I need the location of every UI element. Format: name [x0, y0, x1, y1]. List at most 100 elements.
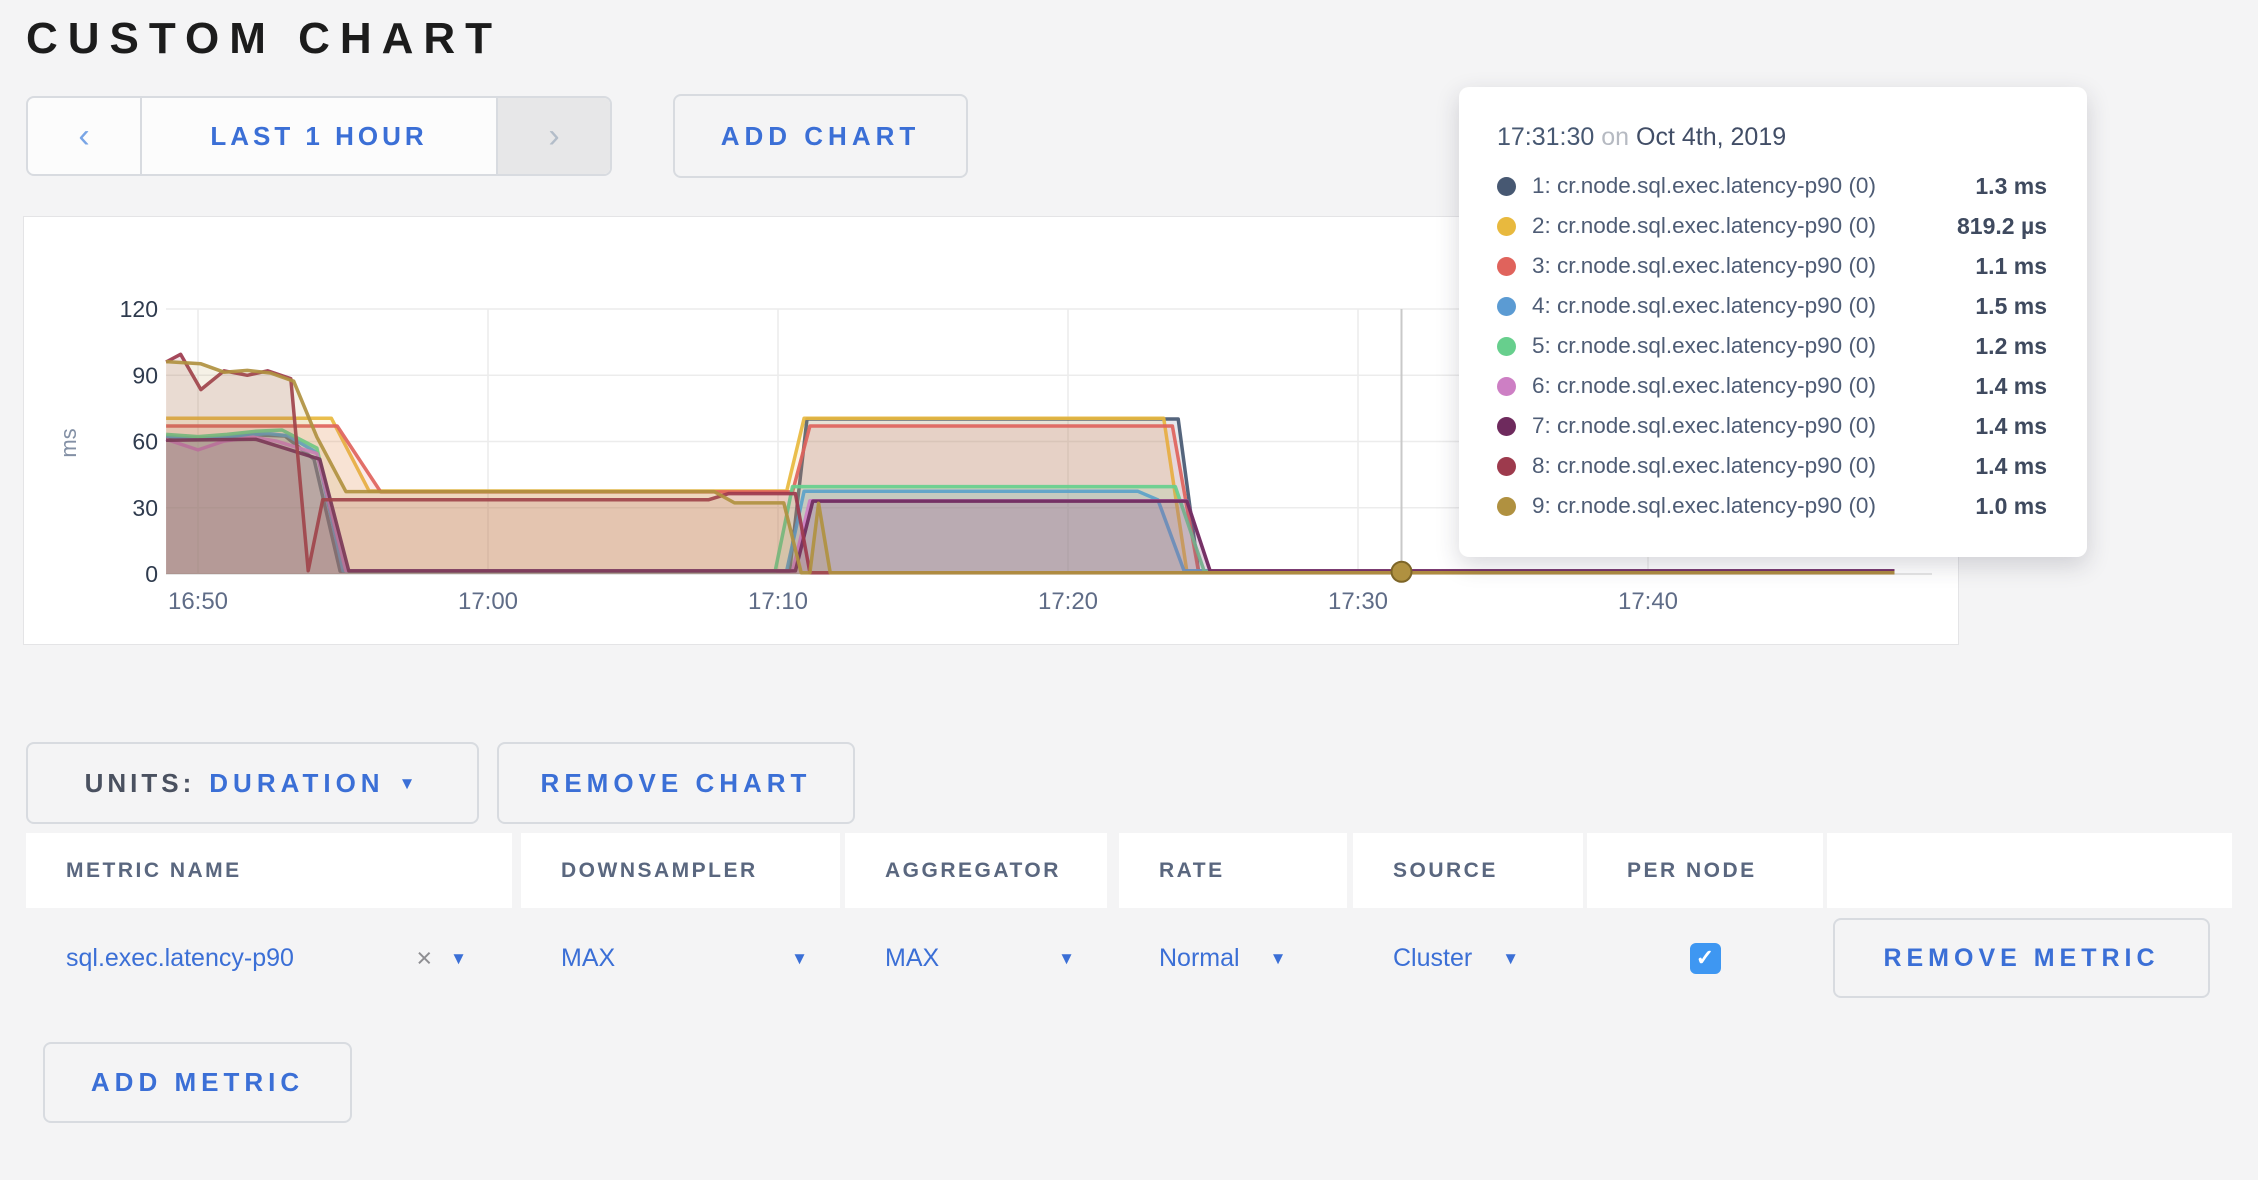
chevron-down-icon: ▼	[1058, 950, 1075, 967]
rate-value: Normal	[1159, 944, 1240, 973]
time-range-next-button[interactable]: ›	[498, 98, 610, 174]
series-label: 5: cr.node.sql.exec.latency-p90 (0)	[1532, 333, 1975, 359]
time-range-prev-button[interactable]: ‹	[28, 98, 140, 174]
header-downsampler: DOWNSAMPLER	[521, 833, 840, 908]
chevron-down-icon: ▼	[791, 950, 808, 967]
header-rate: RATE	[1119, 833, 1347, 908]
chevron-left-icon: ‹	[78, 119, 89, 153]
series-value: 1.4 ms	[1975, 453, 2047, 480]
rate-dropdown[interactable]: Normal ▼	[1119, 908, 1347, 1008]
aggregator-value: MAX	[885, 944, 939, 973]
chart-hover-tooltip: 17:31:30 on Oct 4th, 2019 1: cr.node.sql…	[1459, 87, 2087, 557]
tooltip-date: Oct 4th, 2019	[1636, 123, 1786, 151]
downsampler-value: MAX	[561, 944, 615, 973]
tooltip-series-row: 2: cr.node.sql.exec.latency-p90 (0)819.2…	[1497, 206, 2047, 246]
source-dropdown[interactable]: Cluster ▼	[1353, 908, 1583, 1008]
header-metric-name: METRIC NAME	[26, 833, 512, 908]
x-tick-label: 17:20	[1038, 588, 1098, 615]
source-value: Cluster	[1393, 944, 1472, 973]
metric-name-value[interactable]: sql.exec.latency-p90	[66, 944, 294, 973]
x-tick-label: 17:00	[458, 588, 518, 615]
series-color-dot-icon	[1497, 337, 1516, 356]
series-label: 3: cr.node.sql.exec.latency-p90 (0)	[1532, 253, 1975, 279]
series-value: 1.0 ms	[1975, 493, 2047, 520]
series-label: 4: cr.node.sql.exec.latency-p90 (0)	[1532, 293, 1975, 319]
series-color-dot-icon	[1497, 457, 1516, 476]
series-value: 1.5 ms	[1975, 293, 2047, 320]
series-color-dot-icon	[1497, 177, 1516, 196]
y-tick-label: 120	[120, 296, 158, 322]
x-tick-label: 16:50	[168, 588, 228, 615]
series-label: 8: cr.node.sql.exec.latency-p90 (0)	[1532, 453, 1975, 479]
x-tick-label: 17:30	[1328, 588, 1388, 615]
tooltip-series-row: 1: cr.node.sql.exec.latency-p90 (0)1.3 m…	[1497, 166, 2047, 206]
series-value: 1.2 ms	[1975, 333, 2047, 360]
units-dropdown[interactable]: UNITS: DURATION ▼	[26, 742, 479, 824]
aggregator-dropdown[interactable]: MAX ▼	[845, 908, 1107, 1008]
y-axis-label: ms	[56, 428, 81, 457]
series-value: 1.3 ms	[1975, 173, 2047, 200]
tooltip-time: 17:31:30	[1497, 123, 1594, 151]
tooltip-series-row: 7: cr.node.sql.exec.latency-p90 (0)1.4 m…	[1497, 406, 2047, 446]
check-icon: ✓	[1696, 945, 1714, 971]
series-label: 2: cr.node.sql.exec.latency-p90 (0)	[1532, 213, 1957, 239]
tooltip-on-word: on	[1601, 123, 1629, 151]
series-value: 1.4 ms	[1975, 413, 2047, 440]
per-node-cell: ✓	[1587, 908, 1823, 1008]
series-color-dot-icon	[1497, 297, 1516, 316]
series-color-dot-icon	[1497, 497, 1516, 516]
series-value: 1.4 ms	[1975, 373, 2047, 400]
metric-caret-icon[interactable]: ▼	[450, 950, 467, 967]
chevron-down-icon: ▼	[1270, 950, 1287, 967]
series-label: 9: cr.node.sql.exec.latency-p90 (0)	[1532, 493, 1975, 519]
chevron-down-icon: ▼	[1502, 950, 1519, 967]
metrics-table-header: METRIC NAME DOWNSAMPLER AGGREGATOR RATE …	[26, 833, 2232, 908]
series-color-dot-icon	[1497, 257, 1516, 276]
tooltip-series-row: 8: cr.node.sql.exec.latency-p90 (0)1.4 m…	[1497, 446, 2047, 486]
x-tick-label: 17:10	[748, 588, 808, 615]
tooltip-series-row: 3: cr.node.sql.exec.latency-p90 (0)1.1 m…	[1497, 246, 2047, 286]
tooltip-series-list: 1: cr.node.sql.exec.latency-p90 (0)1.3 m…	[1497, 166, 2047, 526]
header-aggregator: AGGREGATOR	[845, 833, 1107, 908]
clear-metric-icon[interactable]: ×	[416, 943, 432, 974]
series-color-dot-icon	[1497, 377, 1516, 396]
metric-name-cell: sql.exec.latency-p90 × ▼	[26, 908, 512, 1008]
metric-actions-cell: REMOVE METRIC	[1827, 908, 2232, 1008]
custom-chart-page: CUSTOM CHART ‹ LAST 1 HOUR › ADD CHART 0…	[0, 0, 2258, 1180]
header-source: SOURCE	[1353, 833, 1583, 908]
header-per-node: PER NODE	[1587, 833, 1823, 908]
tooltip-timestamp: 17:31:30 on Oct 4th, 2019	[1497, 123, 2047, 152]
y-tick-label: 0	[145, 561, 158, 587]
tooltip-series-row: 6: cr.node.sql.exec.latency-p90 (0)1.4 m…	[1497, 366, 2047, 406]
add-chart-button[interactable]: ADD CHART	[673, 94, 968, 178]
y-tick-label: 60	[132, 429, 158, 455]
time-range-picker: ‹ LAST 1 HOUR ›	[26, 96, 612, 176]
y-tick-label: 90	[132, 362, 158, 388]
series-color-dot-icon	[1497, 417, 1516, 436]
x-tick-label: 17:40	[1618, 588, 1678, 615]
series-color-dot-icon	[1497, 217, 1516, 236]
series-label: 1: cr.node.sql.exec.latency-p90 (0)	[1532, 173, 1975, 199]
tooltip-series-row: 4: cr.node.sql.exec.latency-p90 (0)1.5 m…	[1497, 286, 2047, 326]
series-label: 7: cr.node.sql.exec.latency-p90 (0)	[1532, 413, 1975, 439]
series-label: 6: cr.node.sql.exec.latency-p90 (0)	[1532, 373, 1975, 399]
tooltip-series-row: 9: cr.node.sql.exec.latency-p90 (0)1.0 m…	[1497, 486, 2047, 526]
page-title: CUSTOM CHART	[26, 14, 502, 64]
remove-metric-button[interactable]: REMOVE METRIC	[1833, 918, 2210, 998]
add-metric-button[interactable]: ADD METRIC	[43, 1042, 352, 1123]
series-value: 1.1 ms	[1975, 253, 2047, 280]
series-value: 819.2 µs	[1957, 213, 2047, 240]
downsampler-dropdown[interactable]: MAX ▼	[521, 908, 840, 1008]
tooltip-series-row: 5: cr.node.sql.exec.latency-p90 (0)1.2 m…	[1497, 326, 2047, 366]
header-actions	[1827, 833, 2232, 908]
chevron-down-icon: ▼	[399, 775, 421, 792]
metric-row: sql.exec.latency-p90 × ▼ MAX ▼ MAX ▼ Nor…	[26, 908, 2232, 1008]
hover-point-dot	[1392, 562, 1412, 582]
units-label: UNITS:	[85, 768, 196, 799]
y-tick-label: 30	[132, 495, 158, 521]
per-node-checkbox[interactable]: ✓	[1690, 943, 1721, 974]
remove-chart-button[interactable]: REMOVE CHART	[497, 742, 855, 824]
time-range-label[interactable]: LAST 1 HOUR	[140, 98, 498, 174]
units-value: DURATION	[209, 768, 384, 799]
chevron-right-icon: ›	[548, 119, 559, 153]
